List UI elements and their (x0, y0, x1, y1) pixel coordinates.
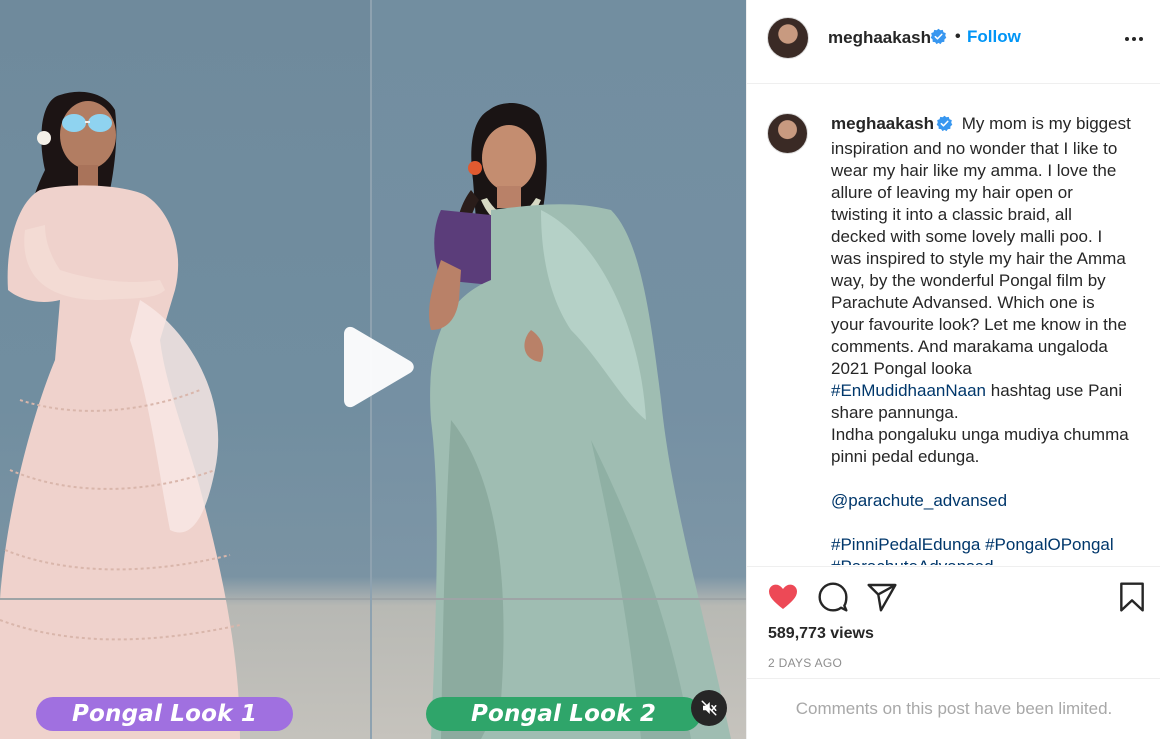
hashtag-link[interactable]: #ParachuteAdvansed (831, 557, 994, 565)
post-sidebar: meghaakash • Follow meghaakash My mom is… (746, 0, 1160, 739)
follow-button[interactable]: Follow (967, 27, 1021, 47)
comments-limited-notice: Comments on this post have been limited. (747, 678, 1160, 739)
avatar[interactable] (767, 17, 809, 59)
look-1-label: Pongal Look 1 (36, 697, 293, 731)
caption-username[interactable]: meghaakash (831, 114, 934, 133)
muted-speaker-icon[interactable] (691, 690, 727, 726)
bookmark-icon[interactable] (1116, 581, 1148, 613)
post-actions: 589,773 views 2 DAYS AGO (747, 566, 1160, 678)
floor-line (0, 598, 746, 600)
comment-icon[interactable] (817, 581, 849, 613)
look-2-label: Pongal Look 2 (426, 697, 701, 731)
share-icon[interactable] (866, 581, 898, 613)
avatar[interactable] (767, 113, 808, 154)
hashtag-link[interactable]: #EnMudidhaanNaan (831, 381, 986, 400)
more-options-icon[interactable] (1122, 27, 1146, 51)
heart-filled-icon[interactable] (767, 581, 799, 613)
post-caption: meghaakash My mom is my biggest inspirat… (831, 113, 1131, 565)
hashtag-link[interactable]: #PinniPedalEdunga (831, 535, 980, 554)
caption-area[interactable]: meghaakash My mom is my biggest inspirat… (747, 85, 1160, 565)
header-username[interactable]: meghaakash (828, 28, 931, 48)
video-panel-look-1 (0, 0, 371, 739)
post-timestamp[interactable]: 2 DAYS AGO (768, 656, 842, 670)
hashtag-link[interactable]: #PongalOPongal (985, 535, 1114, 554)
mention-link[interactable]: @parachute_advansed (831, 491, 1007, 510)
play-icon[interactable] (336, 326, 416, 408)
header-separator: • (955, 28, 961, 45)
post-view: Pongal Look 1 Pongal Look 2 meghaakash •… (0, 0, 1160, 739)
caption-text: My mom is my biggest inspiration and no … (831, 114, 1136, 378)
verified-badge-icon (936, 115, 953, 138)
verified-badge-icon (930, 28, 947, 50)
view-count[interactable]: 589,773 views (768, 625, 874, 643)
video-player[interactable]: Pongal Look 1 Pongal Look 2 (0, 0, 746, 739)
video-panel-look-2 (371, 0, 746, 739)
post-header: meghaakash • Follow (747, 0, 1160, 84)
